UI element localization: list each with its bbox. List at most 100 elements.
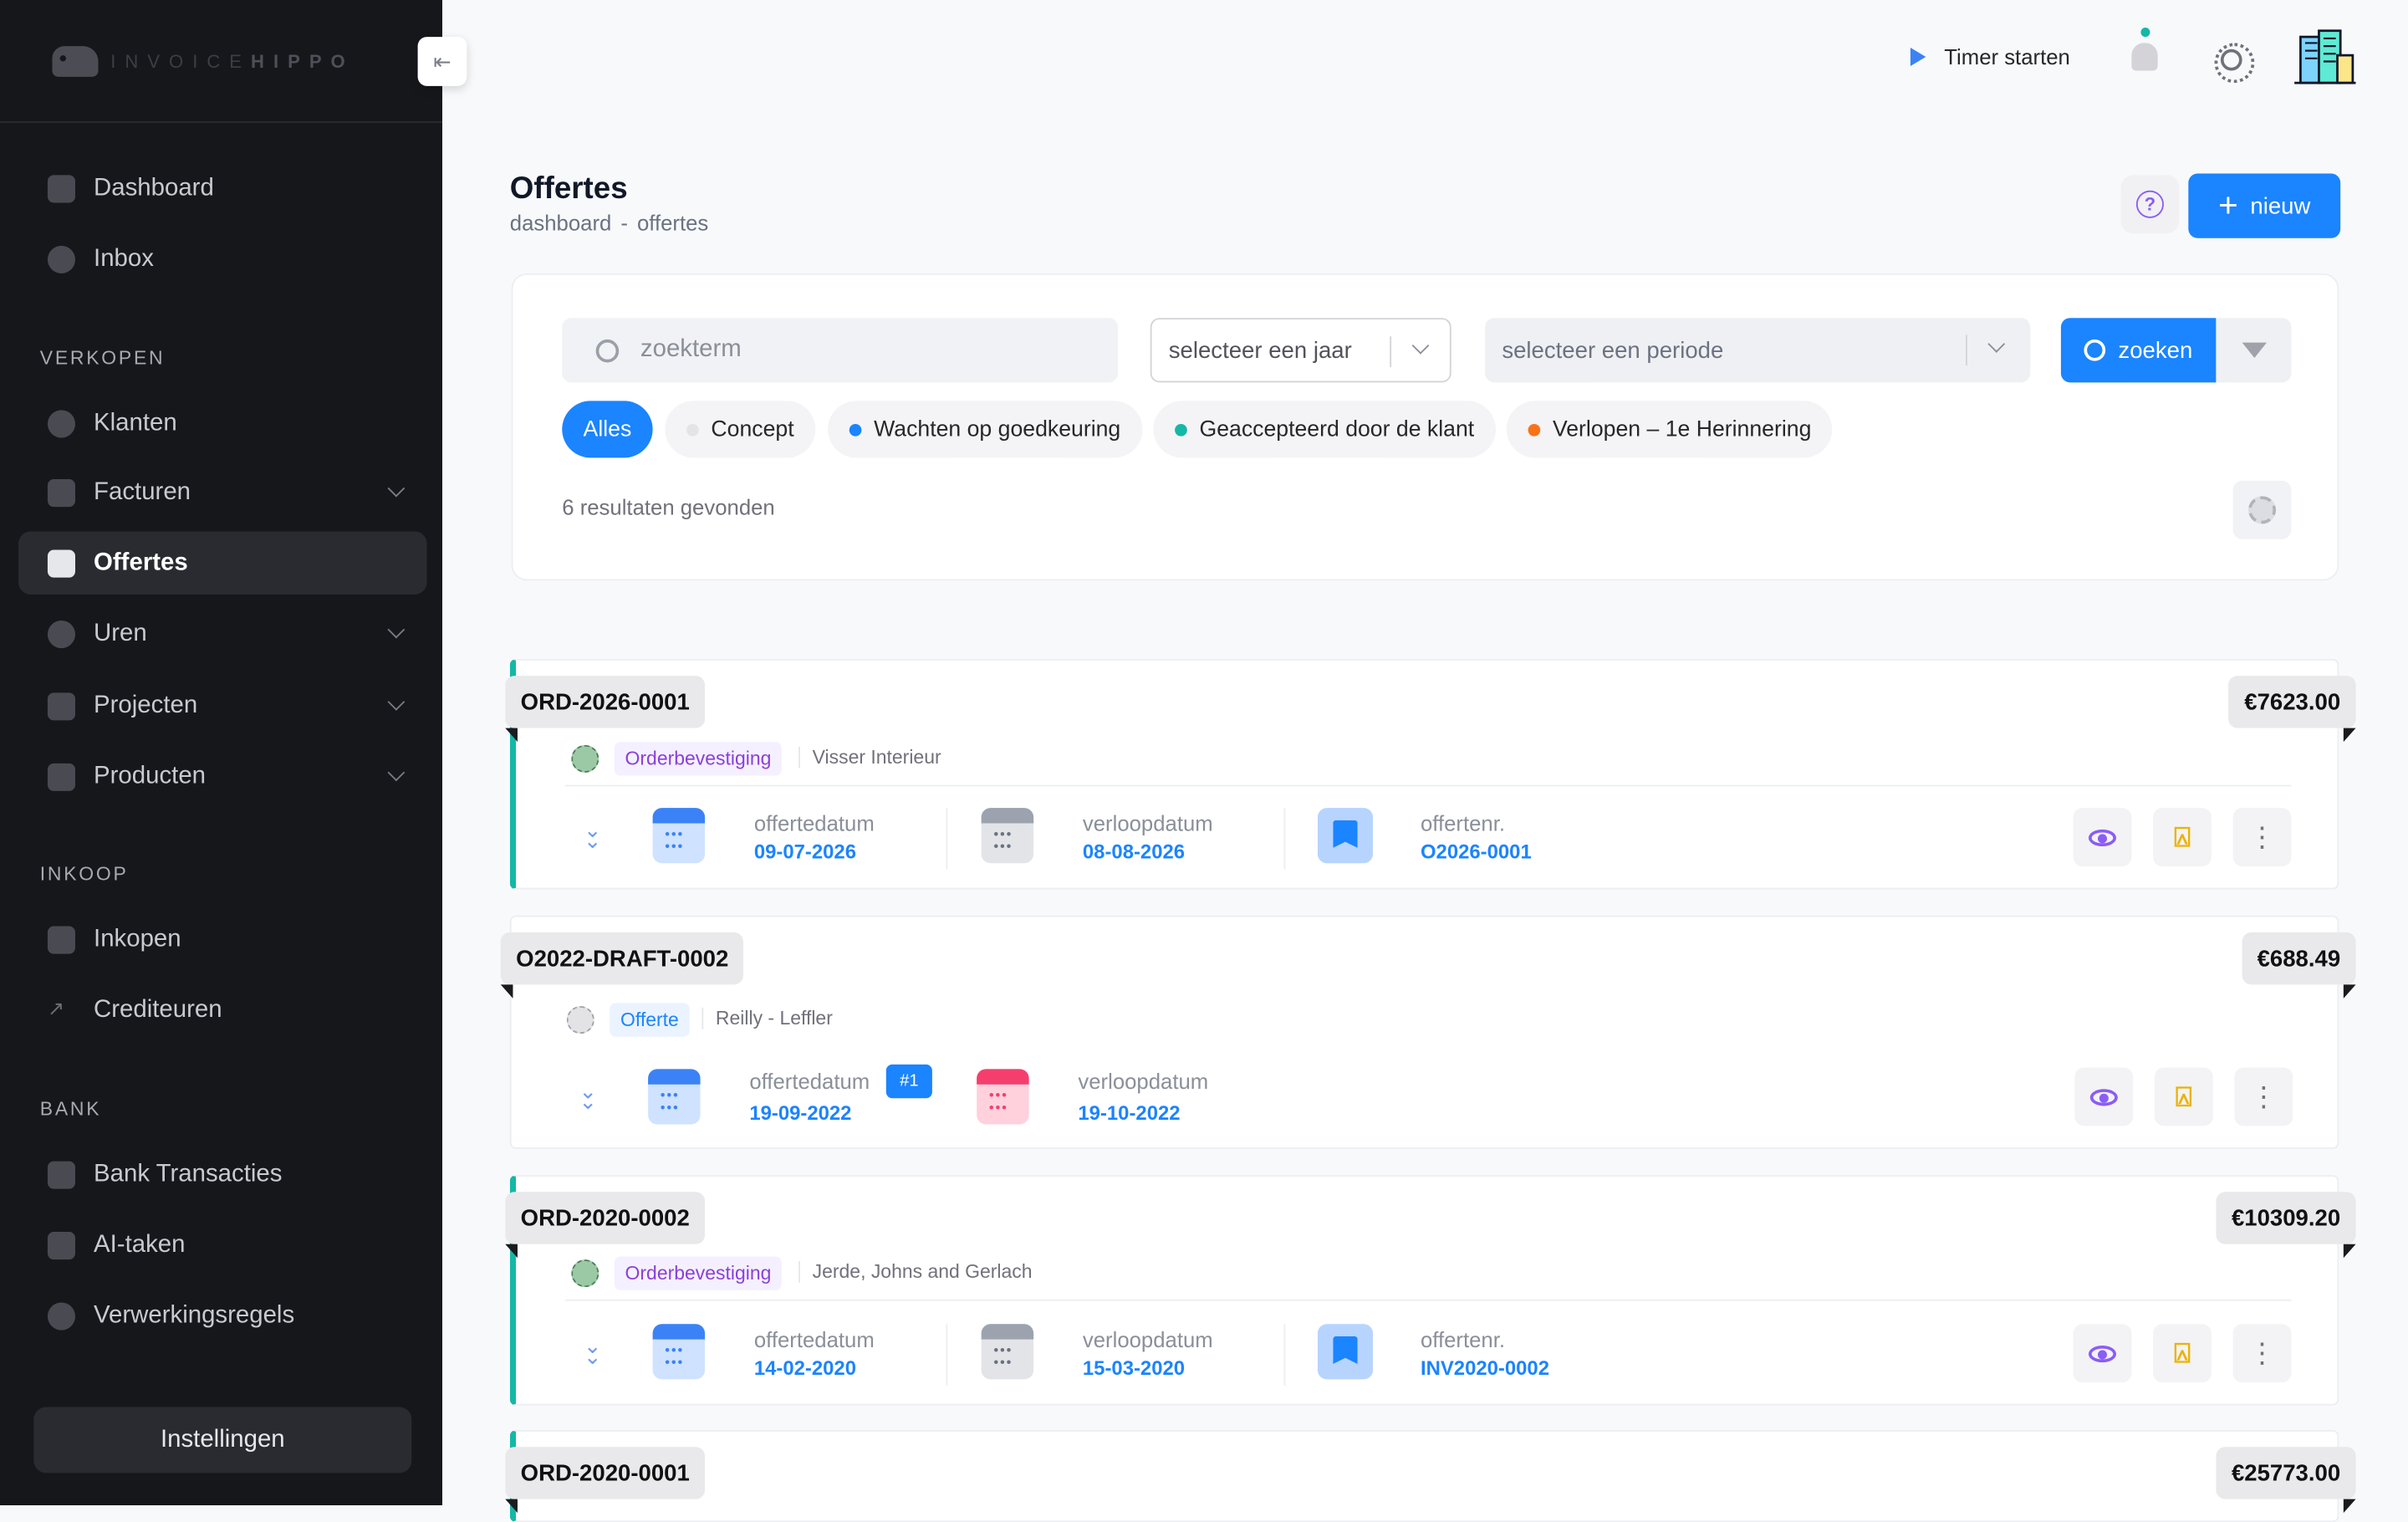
- help-button[interactable]: ?: [2120, 175, 2180, 234]
- more-button[interactable]: ⋮: [2232, 808, 2292, 866]
- calendar-icon: [648, 1069, 701, 1125]
- users-icon: [47, 409, 75, 437]
- search-input[interactable]: zoekterm: [562, 318, 1119, 383]
- filter-pill-accepted[interactable]: Geaccepteerd door de klant: [1153, 401, 1496, 458]
- expand-chevron-icon[interactable]: ⌄ ⌄: [579, 1080, 597, 1112]
- status-indicator: [571, 744, 599, 773]
- sidebar-item-facturen[interactable]: Facturen: [18, 461, 427, 524]
- offer-date-label: offertedatum: [753, 1326, 875, 1352]
- view-button[interactable]: [2074, 1067, 2134, 1126]
- client-name[interactable]: Visser Interieur: [798, 746, 941, 769]
- theme-toggle-sun-icon[interactable]: [2214, 43, 2255, 84]
- timer-start-button[interactable]: Timer starten: [1910, 44, 2070, 69]
- quote-number[interactable]: ORD-2020-0001: [505, 1447, 706, 1514]
- collapse-sidebar-button[interactable]: ⇤: [417, 37, 467, 86]
- notification-dot: [2140, 28, 2150, 38]
- calendar-icon: [652, 1324, 706, 1380]
- view-button[interactable]: [2073, 1324, 2132, 1383]
- view-button[interactable]: [2073, 808, 2132, 866]
- sidebar-item-klanten[interactable]: Klanten: [18, 391, 427, 454]
- type-badge: Orderbevestiging: [614, 1256, 783, 1290]
- sidebar-section-inkoop: INKOOP: [39, 863, 129, 885]
- sign-button[interactable]: ⍓: [2153, 808, 2212, 866]
- quote-card[interactable]: ORD-2026-0001 €7623.00 Orderbevestiging …: [505, 658, 2356, 890]
- search-button[interactable]: zoeken: [2060, 318, 2217, 383]
- sidebar-item-inkopen[interactable]: Inkopen: [18, 908, 427, 971]
- quote-number[interactable]: O2022-DRAFT-0002: [500, 932, 744, 998]
- grid-icon: [47, 174, 75, 202]
- company-avatar[interactable]: [2294, 28, 2356, 86]
- more-vertical-icon: ⋮: [2247, 821, 2277, 853]
- loader-icon: [2247, 496, 2277, 524]
- status-dot: [1175, 423, 1187, 436]
- quote-card[interactable]: ORD-2020-0002 €10309.20 Orderbevestiging…: [505, 1175, 2356, 1406]
- expiry-date-value: 15-03-2020: [1082, 1356, 1186, 1380]
- status-dot: [1528, 423, 1541, 436]
- arrow-left-bar-icon: ⇤: [433, 48, 452, 74]
- bell-icon[interactable]: [2131, 43, 2158, 71]
- breadcrumb-offertes: offertes: [636, 210, 709, 236]
- funnel-icon: [2241, 342, 2267, 358]
- divider: [1283, 808, 1286, 870]
- bookmark-doc-icon: [1317, 1324, 1374, 1380]
- period-select[interactable]: selecteer een periode: [1485, 318, 2031, 383]
- logo[interactable]: INVOICEHIPPO: [0, 0, 442, 123]
- type-badge: Orderbevestiging: [614, 742, 783, 776]
- expiry-date-label: verloopdatum: [1082, 1326, 1213, 1352]
- sidebar-item-offertes[interactable]: Offertes: [18, 531, 427, 595]
- gear-icon: [47, 1301, 75, 1330]
- sidebar-item-ai-taken[interactable]: AI-taken: [18, 1213, 427, 1276]
- sidebar: INVOICEHIPPO Dashboard Inbox VERKOPEN Kl…: [0, 0, 442, 1505]
- offer-number-value[interactable]: INV2020-0002: [1421, 1356, 1549, 1380]
- sign-button[interactable]: ⍓: [2153, 1324, 2212, 1383]
- lock-icon: [47, 762, 75, 790]
- filter-pill-concept[interactable]: Concept: [665, 401, 816, 458]
- chevron-down-icon: [387, 479, 406, 498]
- more-button[interactable]: ⋮: [2232, 1324, 2292, 1383]
- quote-number[interactable]: ORD-2026-0001: [505, 676, 706, 743]
- year-select[interactable]: selecteer een jaar: [1150, 318, 1451, 383]
- more-vertical-icon: ⋮: [2247, 1337, 2277, 1369]
- quote-card[interactable]: O2022-DRAFT-0002 €688.49 Offerte Reilly …: [500, 915, 2356, 1149]
- sidebar-item-verwerkingsregels[interactable]: Verwerkingsregels: [18, 1285, 427, 1347]
- new-quote-button[interactable]: + nieuw: [2188, 173, 2341, 238]
- expand-chevron-icon[interactable]: ⌄ ⌄: [584, 1335, 602, 1367]
- client-name[interactable]: Jerde, Johns and Gerlach: [798, 1260, 1033, 1283]
- expiry-date-value: 08-08-2026: [1082, 840, 1186, 864]
- search-icon: [2084, 339, 2106, 361]
- sign-button[interactable]: ⍓: [2154, 1067, 2213, 1126]
- calendar-icon: [981, 808, 1034, 864]
- signature-icon: ⍓: [2175, 1080, 2192, 1111]
- expand-chevron-icon[interactable]: ⌄ ⌄: [584, 819, 602, 851]
- expiry-date-label: verloopdatum: [1078, 1069, 1209, 1094]
- expiry-date-value: 19-10-2022: [1078, 1101, 1181, 1125]
- sidebar-item-producten[interactable]: Producten: [18, 745, 427, 808]
- sidebar-item-inbox[interactable]: Inbox: [18, 227, 427, 290]
- offer-date-value: 14-02-2020: [753, 1356, 856, 1380]
- clock-icon: [47, 620, 75, 648]
- filter-pill-expired[interactable]: Verlopen – 1e Herinnering: [1506, 401, 1834, 458]
- sidebar-item-bank-transacties[interactable]: Bank Transacties: [18, 1143, 427, 1206]
- settings-button[interactable]: Instellingen: [33, 1407, 412, 1473]
- filter-button[interactable]: [2216, 318, 2292, 383]
- sidebar-item-crediteuren[interactable]: ↗ Crediteuren: [18, 978, 427, 1041]
- sidebar-item-dashboard[interactable]: Dashboard: [18, 156, 427, 219]
- filter-pill-all[interactable]: Alles: [562, 401, 653, 458]
- play-icon: [1910, 47, 1926, 66]
- inbox-hand-icon: [47, 244, 75, 273]
- quote-number[interactable]: ORD-2020-0002: [505, 1192, 706, 1259]
- quote-amount: €10309.20: [2216, 1192, 2356, 1259]
- more-button[interactable]: ⋮: [2234, 1067, 2293, 1126]
- offer-date-value: 19-09-2022: [749, 1101, 852, 1125]
- calendar-icon: [981, 1324, 1034, 1380]
- sidebar-item-projecten[interactable]: Projecten: [18, 674, 427, 737]
- quote-amount: €25773.00: [2216, 1447, 2356, 1514]
- breadcrumb-dashboard[interactable]: dashboard: [510, 211, 612, 235]
- sidebar-item-uren[interactable]: Uren: [18, 602, 427, 665]
- offer-number-value[interactable]: O2026-0001: [1421, 840, 1532, 864]
- filter-pill-awaiting-approval[interactable]: Wachten op goedkeuring: [828, 401, 1142, 458]
- quote-card[interactable]: ORD-2020-0001 €25773.00: [505, 1430, 2356, 1522]
- eye-icon: [2088, 828, 2117, 846]
- client-name[interactable]: Reilly - Leffler: [701, 1007, 833, 1029]
- column-settings-button[interactable]: [2232, 480, 2292, 539]
